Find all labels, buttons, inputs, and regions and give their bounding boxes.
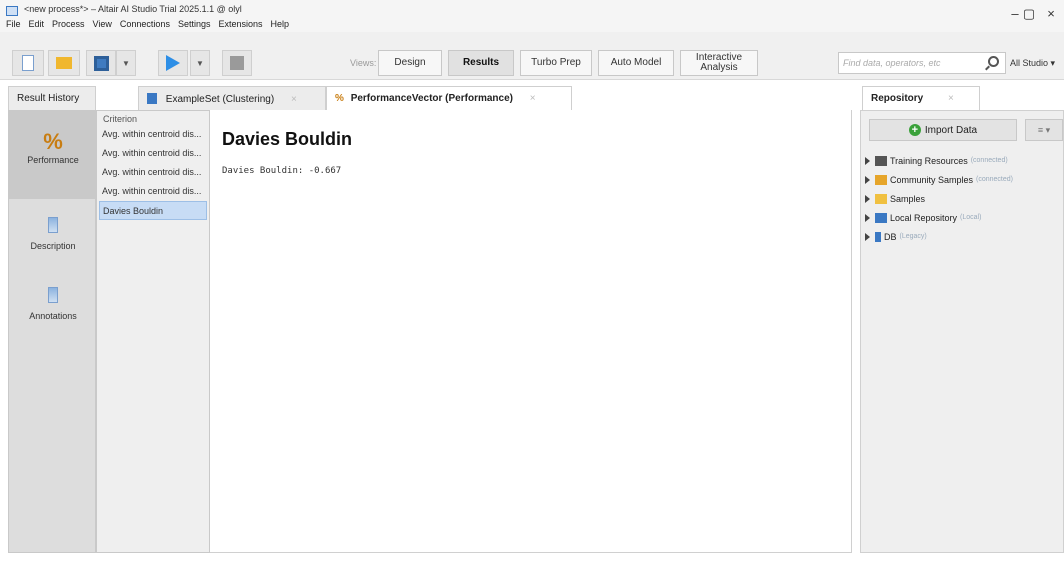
window-title: <new process*> – Altair AI Studio Trial …	[24, 4, 242, 14]
run-dropdown-button[interactable]: ▼	[190, 50, 210, 76]
criterion-item[interactable]: Avg. within centroid dis...	[99, 163, 207, 182]
document-icon	[48, 217, 58, 233]
toolbar: ▼ ▼ Views: Design Results Turbo Prep Aut…	[0, 32, 1064, 80]
app-icon	[6, 6, 18, 16]
performance-icon: %	[335, 93, 344, 104]
add-icon: +	[908, 124, 921, 136]
criterion-header: Criterion	[103, 114, 138, 124]
tab-exampleset-clustering[interactable]: ExampleSet (Clustering) ×	[138, 86, 326, 110]
repository-tree: Training Resources (connected) Community…	[865, 151, 1061, 246]
people-icon	[875, 174, 887, 185]
view-design-tab[interactable]: Design	[378, 50, 442, 76]
view-auto-model-tab[interactable]: Auto Model	[598, 50, 674, 76]
repo-item-samples[interactable]: Samples	[865, 189, 1061, 208]
chevron-down-icon: ▼	[196, 58, 204, 68]
page-title: Davies Bouldin	[222, 129, 353, 149]
close-icon[interactable]: ×	[948, 93, 954, 104]
tab-result-history[interactable]: Result History	[8, 86, 96, 110]
save-icon	[93, 55, 109, 71]
criterion-panel: Criterion Avg. within centroid dis... Av…	[96, 110, 210, 553]
expand-icon[interactable]	[865, 175, 870, 184]
folder-icon	[56, 57, 72, 69]
tab-label: ExampleSet (Clustering)	[165, 94, 275, 105]
close-icon[interactable]: ×	[530, 93, 536, 104]
new-file-icon	[22, 55, 34, 71]
search-placeholder: Find data, operators, etc	[843, 58, 941, 68]
search-input[interactable]: Find data, operators, etc	[838, 52, 1006, 74]
views-label: Views:	[350, 58, 377, 68]
menu-bar: File Edit Process View Connections Setti…	[6, 19, 289, 31]
criterion-item-selected[interactable]: Davies Bouldin	[99, 201, 207, 220]
graduation-cap-icon	[875, 155, 887, 166]
chevron-down-icon: ▼	[122, 58, 130, 68]
table-icon	[147, 93, 157, 104]
repo-item-local-repository[interactable]: Local Repository (Local)	[865, 208, 1061, 227]
result-value: Davies Bouldin: -0.667	[222, 166, 342, 176]
save-dropdown-button[interactable]: ▼	[116, 50, 136, 76]
expand-icon[interactable]	[865, 156, 870, 165]
view-interactive-analysis-tab[interactable]: Interactive Analysis	[680, 50, 758, 76]
performance-content: Davies Bouldin Davies Bouldin: -0.667	[210, 110, 852, 553]
open-button[interactable]	[48, 50, 80, 76]
repository-panel: + Import Data ≡ ▾ Training Resources (co…	[860, 110, 1064, 553]
tab-repository[interactable]: Repository ×	[862, 86, 980, 110]
save-button[interactable]	[86, 50, 116, 76]
expand-icon[interactable]	[865, 213, 870, 222]
sidebar-item-annotations[interactable]: Annotations	[9, 287, 97, 321]
import-label: Import Data	[924, 124, 978, 136]
tab-performance-vector[interactable]: % PerformanceVector (Performance) ×	[326, 86, 572, 110]
menu-edit[interactable]: Edit	[29, 19, 45, 31]
sidebar-item-label: Performance	[27, 155, 79, 165]
database-icon	[875, 231, 881, 242]
criterion-item[interactable]: Avg. within centroid dis...	[99, 182, 207, 201]
search-icon[interactable]	[988, 56, 999, 67]
criterion-list: Avg. within centroid dis... Avg. within …	[99, 125, 207, 220]
menu-process[interactable]: Process	[52, 19, 85, 31]
repo-item-db[interactable]: DB (Legacy)	[865, 227, 1061, 246]
folder-icon	[875, 193, 887, 204]
computer-icon	[875, 212, 887, 223]
studio-selector[interactable]: All Studio ▾	[1010, 58, 1055, 69]
tab-label: PerformanceVector (Performance)	[350, 93, 513, 104]
menu-settings[interactable]: Settings	[178, 19, 211, 31]
criterion-item[interactable]: Avg. within centroid dis...	[99, 144, 207, 163]
run-button[interactable]	[158, 50, 188, 76]
repository-menu-button[interactable]: ≡ ▾	[1025, 119, 1063, 141]
stop-button[interactable]	[222, 50, 252, 76]
menu-connections[interactable]: Connections	[120, 19, 170, 31]
menu-help[interactable]: Help	[271, 19, 290, 31]
result-view-sidebar: % Performance Description Annotations	[8, 110, 97, 553]
import-data-button[interactable]: + Import Data	[869, 119, 1017, 141]
play-icon	[166, 55, 180, 71]
close-button[interactable]: ×	[1036, 6, 1064, 21]
menu-view[interactable]: View	[93, 19, 112, 31]
sidebar-item-description[interactable]: Description	[9, 217, 97, 251]
sidebar-item-performance[interactable]: % Performance	[9, 111, 97, 199]
title-bar: <new process*> – Altair AI Studio Trial …	[0, 0, 1064, 32]
criterion-item[interactable]: Avg. within centroid dis...	[99, 125, 207, 144]
stop-icon	[230, 56, 244, 70]
view-results-tab[interactable]: Results	[448, 50, 514, 76]
new-process-button[interactable]	[12, 50, 44, 76]
view-turbo-prep-tab[interactable]: Turbo Prep	[520, 50, 592, 76]
expand-icon[interactable]	[865, 194, 870, 203]
menu-file[interactable]: File	[6, 19, 21, 31]
expand-icon[interactable]	[865, 232, 870, 241]
performance-icon: %	[43, 129, 63, 154]
close-icon[interactable]: ×	[291, 94, 297, 105]
menu-extensions[interactable]: Extensions	[218, 19, 262, 31]
repo-item-community-samples[interactable]: Community Samples (connected)	[865, 170, 1061, 189]
repo-item-training-resources[interactable]: Training Resources (connected)	[865, 151, 1061, 170]
sidebar-item-label: Annotations	[29, 311, 77, 321]
sidebar-item-label: Description	[30, 241, 76, 251]
notes-icon	[48, 287, 58, 303]
tab-label: Repository	[871, 93, 924, 104]
tab-label: Result History	[17, 93, 80, 104]
